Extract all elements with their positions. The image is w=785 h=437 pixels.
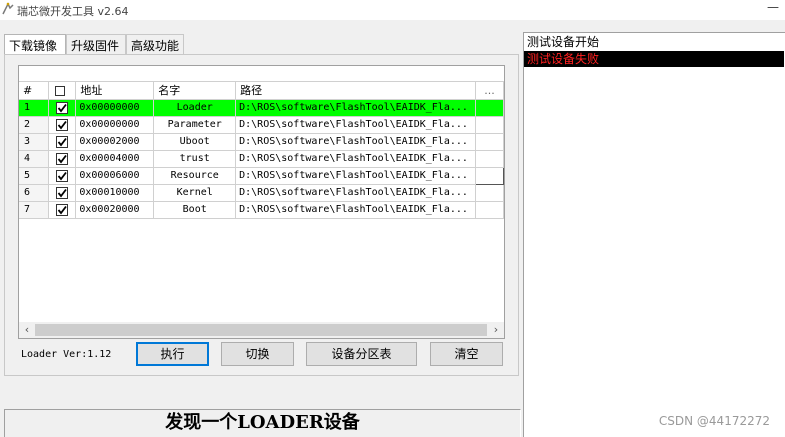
- row-path[interactable]: D:\ROS\software\FlashTool\EAIDK_Fla...: [235, 150, 477, 168]
- row-checkbox[interactable]: [56, 152, 69, 165]
- row-browse-button[interactable]: [475, 133, 504, 151]
- tab-upgrade-firmware[interactable]: 升级固件: [66, 34, 126, 54]
- select-all-checkbox[interactable]: [55, 85, 66, 96]
- row-browse-button[interactable]: [475, 150, 504, 168]
- window-title: 瑞芯微开发工具 v2.64: [17, 5, 129, 18]
- row-path[interactable]: D:\ROS\software\FlashTool\EAIDK_Fla...: [235, 201, 477, 219]
- row-number: 2: [19, 116, 50, 134]
- row-checkbox-cell[interactable]: [48, 116, 77, 134]
- log-line-error: 测试设备失败: [524, 51, 784, 67]
- row-number: 4: [19, 150, 50, 168]
- row-browse-button[interactable]: [475, 99, 504, 117]
- row-number: 7: [19, 201, 50, 219]
- row-checkbox[interactable]: [56, 203, 69, 216]
- row-path[interactable]: D:\ROS\software\FlashTool\EAIDK_Fla...: [235, 133, 477, 151]
- app-icon: [2, 2, 14, 15]
- partition-table-button[interactable]: 设备分区表: [306, 342, 417, 366]
- table-row[interactable]: 5 0x00006000 Resource D:\ROS\software\Flash…: [19, 166, 504, 185]
- row-name[interactable]: trust: [153, 150, 237, 168]
- watermark: CSDN @44172272: [658, 414, 770, 428]
- row-path[interactable]: D:\ROS\software\FlashTool\EAIDK_Fla...: [235, 116, 477, 134]
- row-address[interactable]: 0x00000000: [75, 116, 155, 134]
- log-line: 测试设备开始: [527, 35, 600, 49]
- check-icon: [58, 103, 68, 112]
- switch-button[interactable]: 切换: [221, 342, 294, 366]
- row-number: 3: [19, 133, 50, 151]
- grid-top-strip: [19, 66, 504, 82]
- row-name[interactable]: Parameter: [153, 116, 237, 134]
- check-icon: [58, 154, 68, 163]
- row-browse-button[interactable]: [475, 184, 504, 202]
- table-row[interactable]: 1 0x00000000 Loader D:\ROS\software\FlashTo…: [19, 99, 504, 117]
- row-number: 1: [19, 99, 50, 117]
- chevron-right-icon[interactable]: ›: [488, 322, 504, 338]
- row-checkbox-cell[interactable]: [48, 133, 77, 151]
- table-header: # 地址 名字 路径 ...: [19, 82, 504, 100]
- row-name[interactable]: Boot: [153, 201, 237, 219]
- files-table: # 地址 名字 路径 ... 1 0x00000000 Loader D:\ROS\s…: [19, 82, 504, 219]
- chevron-left-icon[interactable]: ‹: [19, 322, 35, 338]
- row-address[interactable]: 0x00004000: [75, 150, 155, 168]
- col-path-header[interactable]: 路径: [235, 82, 477, 100]
- row-name[interactable]: Resource: [153, 167, 237, 185]
- scrollbar-thumb[interactable]: [35, 324, 487, 336]
- title-bar: 瑞芯微开发工具 v2.64 —: [0, 0, 785, 20]
- table-row[interactable]: 2 0x00000000 Parameter D:\ROS\software\Flas…: [19, 116, 504, 134]
- check-icon: [58, 188, 68, 197]
- row-address[interactable]: 0x00020000: [75, 201, 155, 219]
- check-icon: [58, 205, 68, 214]
- log-panel[interactable]: 测试设备开始 测试设备失败: [523, 32, 785, 437]
- row-name[interactable]: Kernel: [153, 184, 237, 202]
- row-checkbox[interactable]: [56, 169, 69, 182]
- col-name-header[interactable]: 名字: [153, 82, 237, 100]
- clear-button[interactable]: 清空: [430, 342, 503, 366]
- row-checkbox-cell[interactable]: [48, 201, 77, 219]
- row-checkbox-cell[interactable]: [48, 150, 77, 168]
- row-address[interactable]: 0x00000000: [75, 99, 155, 117]
- col-address-header[interactable]: 地址: [75, 82, 155, 100]
- row-path[interactable]: D:\ROS\software\FlashTool\EAIDK_Fla...: [235, 167, 477, 185]
- col-check-header[interactable]: [48, 82, 77, 100]
- loader-version: Loader Ver:1.12: [21, 349, 112, 360]
- row-checkbox-cell[interactable]: [48, 167, 77, 185]
- table-row[interactable]: 4 0x00004000 trust D:\ROS\software\FlashToo…: [19, 150, 504, 168]
- row-number: 6: [19, 184, 50, 202]
- status-text: 发现一个LOADER设备: [165, 412, 360, 433]
- check-icon: [58, 171, 68, 180]
- table-row[interactable]: 7 0x00020000 Boot D:\ROS\software\FlashTool…: [19, 201, 504, 219]
- row-checkbox-cell[interactable]: [48, 99, 77, 117]
- tab-advanced[interactable]: 高级功能: [126, 34, 184, 54]
- row-browse-button[interactable]: [475, 166, 504, 185]
- row-checkbox[interactable]: [56, 186, 69, 199]
- col-num-header[interactable]: #: [19, 82, 50, 100]
- table-row[interactable]: 3 0x00002000 Uboot D:\ROS\software\FlashToo…: [19, 133, 504, 151]
- row-name[interactable]: Uboot: [153, 133, 237, 151]
- row-browse-button[interactable]: [475, 116, 504, 134]
- row-checkbox-cell[interactable]: [48, 184, 77, 202]
- row-path[interactable]: D:\ROS\software\FlashTool\EAIDK_Fla...: [235, 184, 477, 202]
- check-icon: [58, 137, 68, 146]
- row-address[interactable]: 0x00002000: [75, 133, 155, 151]
- row-checkbox[interactable]: [56, 135, 69, 148]
- run-button[interactable]: 执行: [136, 342, 209, 366]
- check-icon: [58, 120, 68, 129]
- row-number: 5: [19, 167, 50, 185]
- tab-download-image[interactable]: 下载镜像: [4, 34, 66, 55]
- row-checkbox[interactable]: [56, 118, 69, 131]
- image-table: # 地址 名字 路径 ... 1 0x00000000 Loader D:\ROS\s…: [18, 65, 505, 339]
- row-checkbox[interactable]: [56, 101, 69, 114]
- horizontal-scrollbar[interactable]: ‹ ›: [19, 322, 504, 338]
- minimize-button[interactable]: —: [767, 0, 779, 14]
- col-dots-header[interactable]: ...: [475, 82, 504, 100]
- row-path[interactable]: D:\ROS\software\FlashTool\EAIDK_Fla...: [235, 99, 477, 117]
- row-address[interactable]: 0x00010000: [75, 184, 155, 202]
- row-browse-button[interactable]: [475, 201, 504, 219]
- row-address[interactable]: 0x00006000: [75, 167, 155, 185]
- row-name[interactable]: Loader: [153, 99, 237, 117]
- table-row[interactable]: 6 0x00010000 Kernel D:\ROS\software\FlashTo…: [19, 184, 504, 202]
